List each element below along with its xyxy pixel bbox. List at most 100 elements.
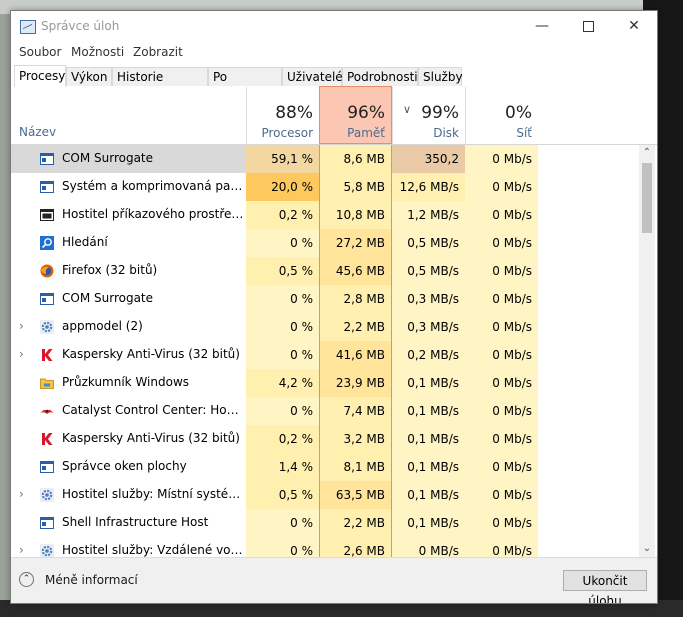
memory-label: Paměť: [347, 126, 385, 140]
scroll-down-icon[interactable]: ⌄: [639, 541, 655, 557]
table-row[interactable]: Hledání 0 % 27,2 MB 0,5 MB/s 0 Mb/s: [11, 229, 638, 257]
process-name-cell[interactable]: › appmodel (2): [11, 313, 246, 341]
cpu-cell: 0,2 %: [246, 201, 319, 229]
mem-cell: 3,2 MB: [319, 425, 392, 453]
maximize-button[interactable]: [565, 11, 611, 43]
cpu-cell: 0,2 %: [246, 425, 319, 453]
disk-cell: 0,1 MB/s: [392, 453, 465, 481]
cpu-cell: 0 %: [246, 537, 319, 557]
net-cell: 0 Mb/s: [465, 145, 538, 173]
column-header-disk[interactable]: ∨ 99% Disk: [392, 87, 465, 144]
process-name: Firefox (32 bitů): [62, 263, 158, 277]
net-cell: 0 Mb/s: [465, 341, 538, 369]
process-name-cell[interactable]: Systém a komprimovaná paměť: [11, 173, 246, 201]
close-button[interactable]: ✕: [611, 11, 657, 43]
process-name-cell[interactable]: Průzkumník Windows: [11, 369, 246, 397]
chevron-right-icon[interactable]: ›: [19, 319, 24, 333]
mem-cell: 5,8 MB: [319, 173, 392, 201]
process-name-cell[interactable]: Správce oken plochy: [11, 453, 246, 481]
process-list: COM Surrogate59,1 %8,6 MB350,2 MB/s0 Mb/…: [11, 145, 638, 557]
process-name: Systém a komprimovaná paměť: [62, 179, 244, 193]
disk-label: Disk: [433, 126, 459, 140]
disk-cell: 0,5 MB/s: [392, 229, 465, 257]
table-row[interactable]: Firefox (32 bitů) 0,5 % 45,6 MB 0,5 MB/s 0 M…: [11, 257, 638, 285]
gear-icon: [40, 488, 54, 502]
table-row[interactable]: › Hostitel služby: Vzdálené volání ...0 %…: [11, 537, 638, 557]
disk-cell: 0 MB/s: [392, 537, 465, 557]
process-name-cell[interactable]: › Hostitel služby: Místní systém (...: [11, 481, 246, 509]
net-cell: 0 Mb/s: [465, 201, 538, 229]
table-row[interactable]: Průzkumník Windows 4,2 % 23,9 MB 0,1 MB/s 0 …: [11, 369, 638, 397]
scroll-up-icon[interactable]: ⌃: [639, 145, 655, 161]
process-name-cell[interactable]: › Hostitel služby: Vzdálené volání ...: [11, 537, 246, 557]
table-row[interactable]: Systém a komprimovaná paměť 20,0 % 5,8 MB 1…: [11, 173, 638, 201]
table-row[interactable]: Catalyst Control Center: Host a... 0 % 7,4…: [11, 397, 638, 425]
mem-cell: 2,2 MB: [319, 509, 392, 537]
tab-users[interactable]: Uživatelé: [282, 67, 343, 86]
table-row[interactable]: Shell Infrastructure Host 0 % 2,2 MB 0,1 MB…: [11, 509, 638, 537]
title-bar[interactable]: Správce úloh — ✕: [11, 11, 657, 43]
table-row[interactable]: Hostitel příkazového prostředí ... 0,2 % 1…: [11, 201, 638, 229]
end-task-button[interactable]: Ukončit úlohu: [563, 570, 647, 603]
process-name-cell[interactable]: COM Surrogate: [11, 145, 246, 173]
process-name-cell[interactable]: Hledání: [11, 229, 246, 257]
net-cell: 0 Mb/s: [465, 481, 538, 509]
chevron-right-icon[interactable]: ›: [19, 487, 24, 501]
sort-descending-icon: ∨: [403, 103, 412, 116]
window-icon: [40, 152, 54, 166]
table-row[interactable]: › appmodel (2) 0 % 2,2 MB 0,3 MB/s 0 Mb/s: [11, 313, 638, 341]
column-header-name[interactable]: Název: [19, 125, 56, 139]
vertical-scrollbar[interactable]: ⌃ ⌄: [639, 145, 655, 557]
menu-bar: Soubor Možnosti Zobrazit: [11, 43, 657, 63]
maximize-icon: [582, 20, 594, 32]
window-title: Správce úloh: [41, 19, 120, 33]
task-manager-window: Správce úloh — ✕ Soubor Možnosti Zobrazi…: [10, 10, 658, 604]
disk-cell: 0,3 MB/s: [392, 285, 465, 313]
chevron-right-icon[interactable]: ›: [19, 347, 24, 361]
column-header-cpu[interactable]: 88% Procesor: [246, 87, 319, 144]
table-row[interactable]: COM Surrogate 0 % 2,8 MB 0,3 MB/s 0 Mb/s: [11, 285, 638, 313]
tab-processes[interactable]: Procesy: [14, 65, 66, 88]
table-row[interactable]: Kaspersky Anti-Virus (32 bitů) 0,2 % 3,2 M…: [11, 425, 638, 453]
cpu-cell: 4,2 %: [246, 369, 319, 397]
process-name-cell[interactable]: Hostitel příkazového prostředí ...: [11, 201, 246, 229]
disk-cell: 0,1 MB/s: [392, 425, 465, 453]
menu-options[interactable]: Možnosti: [71, 45, 124, 59]
cpu-label: Procesor: [261, 126, 313, 140]
tab-startup[interactable]: Po spuštění: [208, 67, 282, 102]
process-name-cell[interactable]: › Kaspersky Anti-Virus (32 bitů): [11, 341, 246, 369]
mem-cell: 2,6 MB: [319, 537, 392, 557]
column-header-memory[interactable]: 96% Paměť: [319, 86, 392, 144]
chevron-right-icon[interactable]: ›: [19, 543, 24, 557]
minimize-button[interactable]: —: [519, 11, 565, 43]
window-icon: [40, 292, 54, 306]
process-name-cell[interactable]: Shell Infrastructure Host: [11, 509, 246, 537]
table-row[interactable]: › Hostitel služby: Místní systém (... 0,5 …: [11, 481, 638, 509]
tab-details[interactable]: Podrobnosti: [342, 67, 418, 86]
mem-cell: 41,6 MB: [319, 341, 392, 369]
table-row[interactable]: COM Surrogate 59,1 %8,6 MB350,2 MB/s0 Mb/…: [11, 145, 638, 194]
kaspersky-icon: [40, 348, 54, 362]
tab-performance[interactable]: Výkon: [66, 67, 112, 86]
process-name-cell[interactable]: Catalyst Control Center: Host a...: [11, 397, 246, 425]
process-name-cell[interactable]: Kaspersky Anti-Virus (32 bitů): [11, 425, 246, 453]
disk-cell: 0,1 MB/s: [392, 509, 465, 537]
table-row[interactable]: › Kaspersky Anti-Virus (32 bitů) 0 % 41,6 M…: [11, 341, 638, 369]
tab-services[interactable]: Služby: [418, 67, 463, 86]
disk-cell: 1,2 MB/s: [392, 201, 465, 229]
net-cell: 0 Mb/s: [465, 397, 538, 425]
tab-app-history[interactable]: Historie aplikací: [112, 67, 208, 102]
menu-view[interactable]: Zobrazit: [133, 45, 183, 59]
process-name-cell[interactable]: COM Surrogate: [11, 285, 246, 313]
process-name: Hostitel služby: Vzdálené volání ...: [62, 543, 244, 557]
disk-cell: 0,5 MB/s: [392, 257, 465, 285]
footer-bar: ⌃ Méně informací Ukončit úlohu: [11, 557, 657, 603]
table-row[interactable]: Správce oken plochy 1,4 % 8,1 MB 0,1 MB/s 0 …: [11, 453, 638, 481]
scroll-thumb[interactable]: [642, 163, 652, 233]
process-name-cell[interactable]: Firefox (32 bitů): [11, 257, 246, 285]
menu-file[interactable]: Soubor: [19, 45, 61, 59]
column-header-network[interactable]: 0% Síť: [465, 87, 538, 144]
disk-cell: 0,1 MB/s: [392, 369, 465, 397]
tab-bar: Procesy Výkon Historie aplikací Po spušt…: [11, 65, 657, 102]
net-cell: 0 Mb/s: [465, 285, 538, 313]
